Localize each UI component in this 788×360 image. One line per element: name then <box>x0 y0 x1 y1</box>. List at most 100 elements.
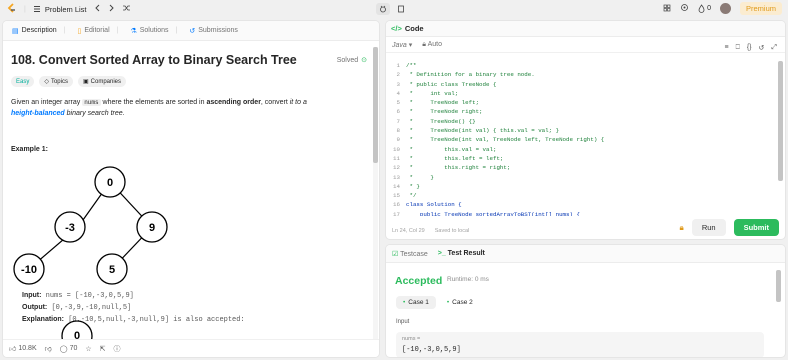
code-line[interactable]: 8 * TreeNode(int val) { this.val = val; … <box>386 126 776 135</box>
code-tab-label[interactable]: Code <box>405 24 424 33</box>
code-text: class Solution { <box>406 201 462 209</box>
run-button[interactable]: Run <box>691 219 726 236</box>
code-line[interactable]: 6 * TreeNode right; <box>386 107 776 116</box>
shuffle-icon[interactable] <box>122 4 131 14</box>
code-line[interactable]: 9 * TreeNode(int val, TreeNode left, Tre… <box>386 135 776 144</box>
companies-button[interactable]: ▣ Companies <box>77 76 127 87</box>
code-line[interactable]: 16 class Solution { <box>386 200 776 209</box>
tab-editorial-label: Editorial <box>84 27 110 34</box>
code-text: * public class TreeNode { <box>406 80 497 88</box>
next-problem-icon[interactable] <box>108 4 115 14</box>
streak-counter[interactable]: 0 <box>698 4 711 13</box>
layout-icon[interactable] <box>663 4 671 14</box>
tab-description[interactable]: ▤ Description | <box>8 27 69 35</box>
code-line[interactable]: 13 * } <box>386 173 776 182</box>
test-panel: ☑ Testcase >_ Test Result Accepted Runti… <box>385 244 786 358</box>
code-tools: ≡ ⎕ {} ↺ ⤢ <box>725 44 777 52</box>
input-value: nums = [-10,-3,0,5,9] <box>45 292 134 300</box>
tab-submissions[interactable]: ↺ Submissions <box>185 27 242 35</box>
solved-status: Solved ⊙ <box>336 56 367 65</box>
leetcode-logo-icon[interactable] <box>7 3 17 15</box>
format-icon[interactable]: ≡ <box>725 44 729 52</box>
like-button[interactable]: 👍︎ 10.8K <box>9 344 37 353</box>
thumbs-down-icon[interactable]: 👎︎ <box>45 344 52 353</box>
tab-testcase[interactable]: ☑ Testcase <box>392 250 428 258</box>
line-number: 12 <box>393 164 400 172</box>
tab-test-result[interactable]: >_ Test Result <box>438 250 485 257</box>
bookmark-icon[interactable]: ⎕ <box>736 44 740 52</box>
code-line[interactable]: 15 */ <box>386 191 776 200</box>
line-number: 3 <box>396 80 400 88</box>
note-icon[interactable]: 🔒︎ <box>680 223 684 233</box>
scrollbar-thumb[interactable] <box>776 270 781 302</box>
code-line[interactable]: 17 public TreeNode sortedArrayToBST(int[… <box>386 210 776 216</box>
topics-button[interactable]: ◇ Topics <box>39 76 73 87</box>
language-select[interactable]: Java ▾ <box>392 41 412 49</box>
statement-text: , convert <box>260 99 290 106</box>
code-line[interactable]: 7 * TreeNode() {} <box>386 117 776 126</box>
tab-solutions[interactable]: ⚗ Solutions | <box>126 27 181 35</box>
code-line[interactable]: 1 /** <box>386 61 776 70</box>
input-box: nums = [-10,-3,0,5,9] <box>396 332 764 357</box>
share-icon[interactable]: ⇱ <box>100 345 106 353</box>
code-line[interactable]: 11 * this.left = left; <box>386 154 776 163</box>
tab-editorial[interactable]: ▯ Editorial | <box>73 27 122 35</box>
scrollbar-thumb[interactable] <box>778 61 783 181</box>
test-tabs: ☑ Testcase >_ Test Result <box>386 245 785 263</box>
problem-list-button[interactable]: Problem List <box>33 5 87 14</box>
scrollbar-thumb[interactable] <box>373 47 378 163</box>
code-text: /** <box>406 62 417 69</box>
tab-description-label: Description <box>21 27 57 34</box>
notes-icon[interactable] <box>394 3 408 15</box>
code-line[interactable]: 4 * int val; <box>386 89 776 98</box>
code-text: * } <box>406 182 420 190</box>
code-text: * int val; <box>406 89 459 97</box>
code-text: * TreeNode(int val) { this.val = val; } <box>406 127 560 135</box>
comments-button[interactable]: ◯ 70 <box>60 345 78 353</box>
prev-problem-icon[interactable] <box>94 4 101 14</box>
expand-icon[interactable]: ⤢ <box>771 44 777 52</box>
tree-node-label: -3 <box>65 222 75 234</box>
height-balanced-link[interactable]: height-balanced <box>11 110 65 117</box>
flask-icon: ⚗ <box>130 27 137 35</box>
premium-button[interactable]: Premium <box>739 2 782 15</box>
code-line[interactable]: 12 * this.right = right; <box>386 163 776 172</box>
code-line[interactable]: 3 * public class TreeNode { <box>386 80 776 89</box>
braces-icon[interactable]: {} <box>747 44 752 52</box>
code-line[interactable]: 5 * TreeNode left; <box>386 98 776 107</box>
statement-text: Given an integer array <box>11 99 83 106</box>
code-editor[interactable]: 1/** 2 * Definition for a binary tree nod… <box>386 61 776 216</box>
line-number: 17 <box>393 210 400 216</box>
avatar[interactable] <box>719 3 731 14</box>
code-line[interactable]: 14 * } <box>386 182 776 191</box>
code-text: * this.val = val; <box>406 145 497 153</box>
case-label: Case 2 <box>452 299 473 306</box>
reset-icon[interactable]: ↺ <box>759 44 765 52</box>
thumbs-up-icon: 👍︎ <box>9 346 17 353</box>
submit-button[interactable]: Submit <box>733 219 779 236</box>
test-scrollbar[interactable] <box>776 270 781 354</box>
run-controls: 🔒︎ Run Submit <box>680 219 779 236</box>
debug-icon[interactable] <box>376 3 390 15</box>
description-scrollbar[interactable] <box>373 47 378 353</box>
star-icon[interactable]: ☆ <box>85 345 91 353</box>
editor-status: Ln 24, Col 29 Saved to local <box>392 228 469 234</box>
document-icon: ▤ <box>12 27 19 35</box>
divider: | <box>116 27 119 34</box>
settings-gear-icon[interactable] <box>680 3 689 14</box>
case-tab-2[interactable]: • Case 2 <box>440 296 480 309</box>
case-tab-1[interactable]: • Case 1 <box>396 296 436 309</box>
code-text: * TreeNode left; <box>406 99 480 107</box>
case-label: Case 1 <box>408 299 429 306</box>
code-scrollbar[interactable] <box>778 61 783 211</box>
divider: | <box>63 27 66 34</box>
code-line[interactable]: 10 * this.val = val; <box>386 145 776 154</box>
line-number: 4 <box>396 89 400 97</box>
statement-bold: ascending order <box>206 99 261 106</box>
solved-label: Solved <box>336 56 359 64</box>
problem-title[interactable]: 108. Convert Sorted Array to Binary Sear… <box>11 53 365 67</box>
autocomplete-toggle[interactable]: 🔒︎ Auto <box>422 41 442 49</box>
help-icon[interactable]: ⓘ <box>114 344 121 354</box>
code-line[interactable]: 2 * Definition for a binary tree node. <box>386 70 776 79</box>
pass-dot-icon: • <box>403 299 406 306</box>
